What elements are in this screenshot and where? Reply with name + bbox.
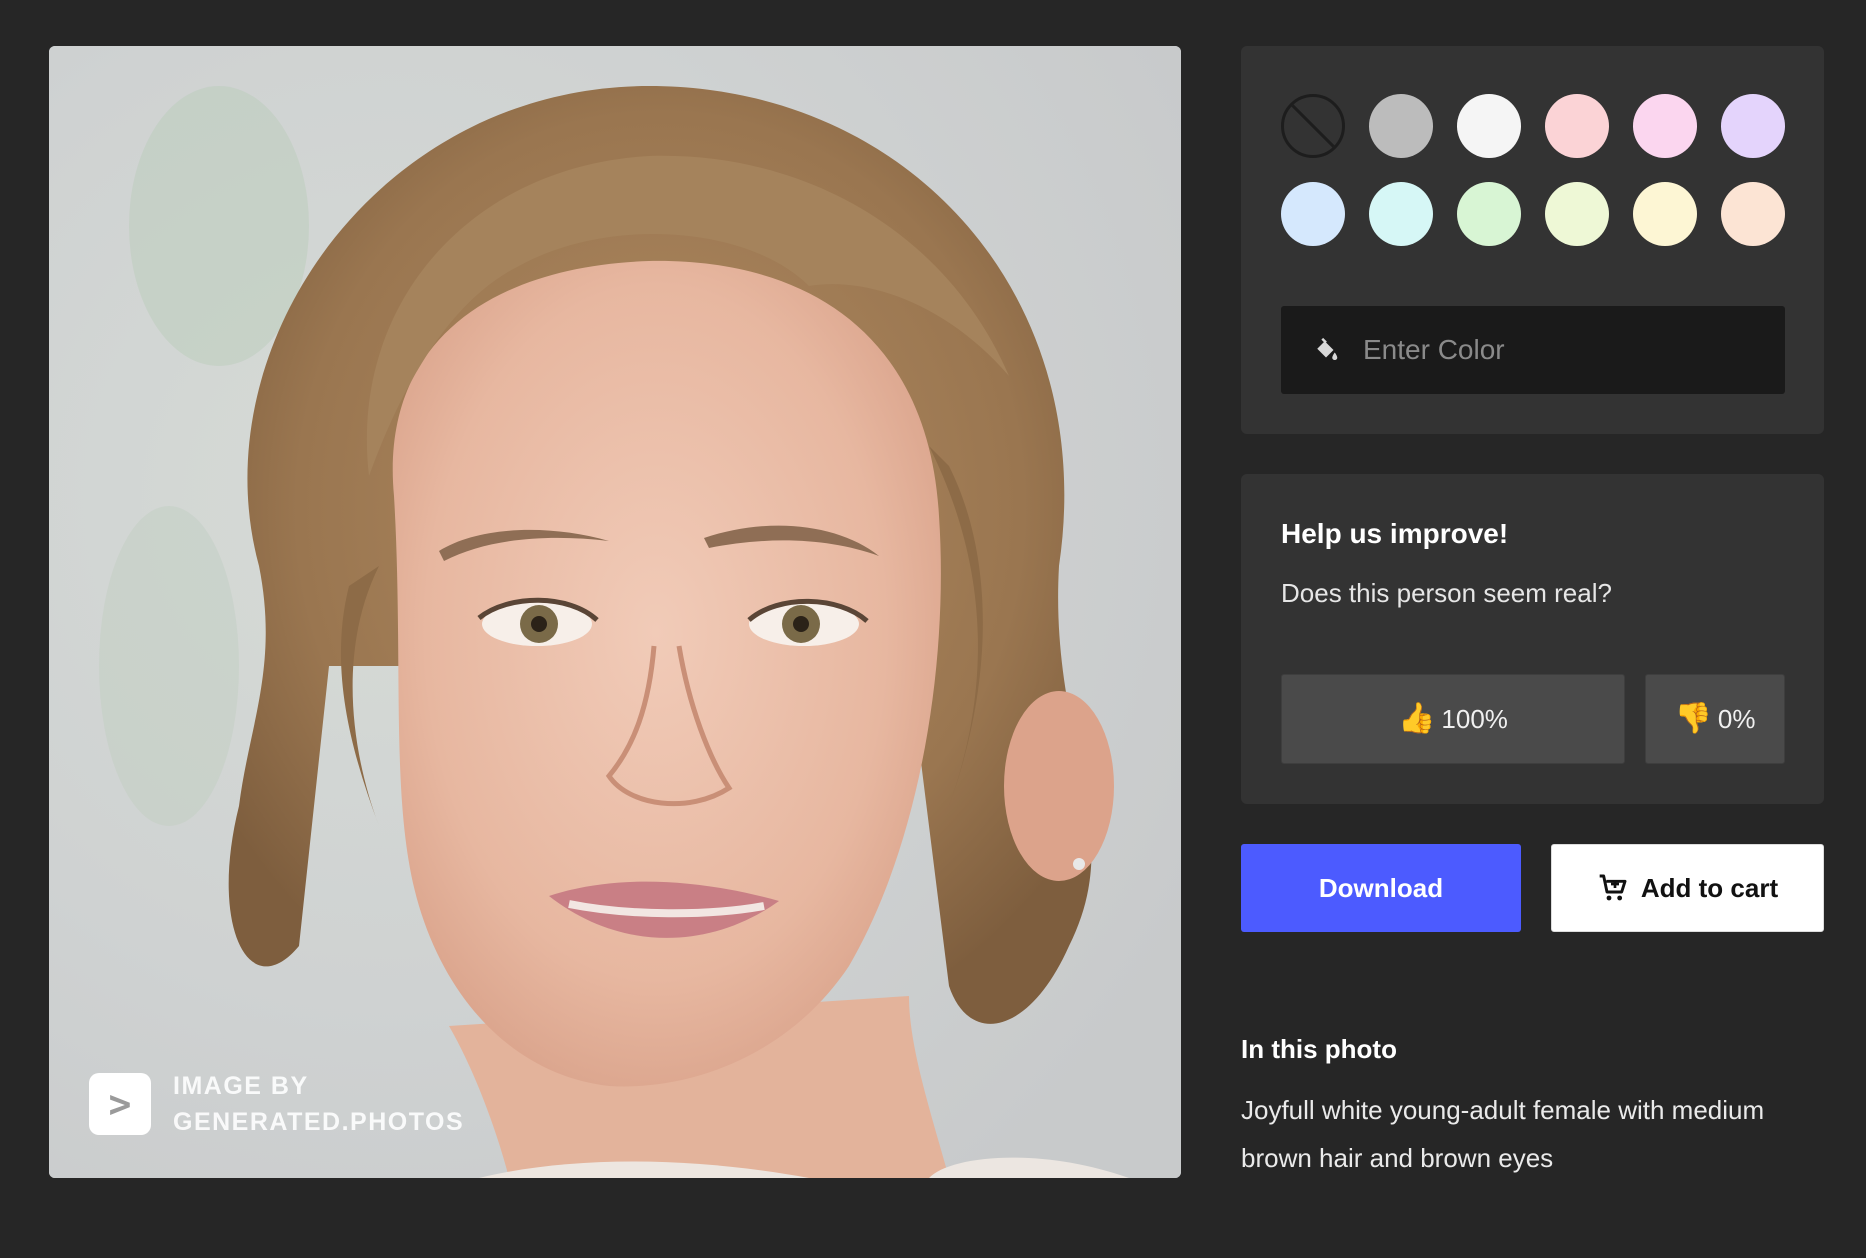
generated-face-photo: > IMAGE BY GENERATED.PHOTOS <box>49 46 1181 1178</box>
paint-bucket-icon <box>1317 337 1338 360</box>
thumbs-up-icon: 👍 <box>1398 702 1436 735</box>
feedback-title: Help us improve! <box>1281 518 1509 549</box>
color-input[interactable] <box>1363 334 1763 366</box>
color-input-wrapper[interactable] <box>1281 306 1785 394</box>
color-swatch-7[interactable] <box>1369 182 1433 246</box>
feedback-question: Does this person seem real? <box>1281 578 1612 608</box>
face-illustration <box>49 46 1181 1178</box>
background-color-panel <box>1241 46 1824 434</box>
add-to-cart-button[interactable]: Add to cart <box>1551 844 1824 932</box>
feedback-panel: Help us improve! Does this person seem r… <box>1241 474 1824 804</box>
download-button[interactable]: Download <box>1241 844 1521 932</box>
watermark: > IMAGE BY GENERATED.PHOTOS <box>89 1068 473 1140</box>
color-swatch-1[interactable] <box>1369 94 1433 158</box>
photo-description: Joyfull white young-adult female with me… <box>1241 1095 1765 1173</box>
color-swatch-5[interactable] <box>1721 94 1785 158</box>
color-swatches <box>1281 94 1785 246</box>
vote-real-percent: 100% <box>1441 703 1508 734</box>
color-swatch-4[interactable] <box>1633 94 1697 158</box>
vote-real-button[interactable]: 👍 100% <box>1281 674 1625 764</box>
color-swatch-9[interactable] <box>1545 182 1609 246</box>
color-swatch-6[interactable] <box>1281 182 1345 246</box>
in-this-photo-title: In this photo <box>1241 1034 1397 1064</box>
watermark-logo-icon: > <box>89 1073 151 1135</box>
color-swatch-3[interactable] <box>1545 94 1609 158</box>
watermark-text: IMAGE BY GENERATED.PHOTOS <box>173 1072 465 1136</box>
vote-fake-percent: 0% <box>1717 703 1756 734</box>
thumbs-down-icon: 👎 <box>1674 702 1712 735</box>
vote-fake-button[interactable]: 👎 0% <box>1645 674 1785 764</box>
color-swatch-2[interactable] <box>1457 94 1521 158</box>
no-color-swatch[interactable] <box>1281 94 1345 158</box>
cart-icon <box>1599 874 1627 901</box>
add-to-cart-label: Add to cart <box>1640 872 1779 903</box>
color-swatch-11[interactable] <box>1721 182 1785 246</box>
color-swatch-8[interactable] <box>1457 182 1521 246</box>
color-swatch-10[interactable] <box>1633 182 1697 246</box>
